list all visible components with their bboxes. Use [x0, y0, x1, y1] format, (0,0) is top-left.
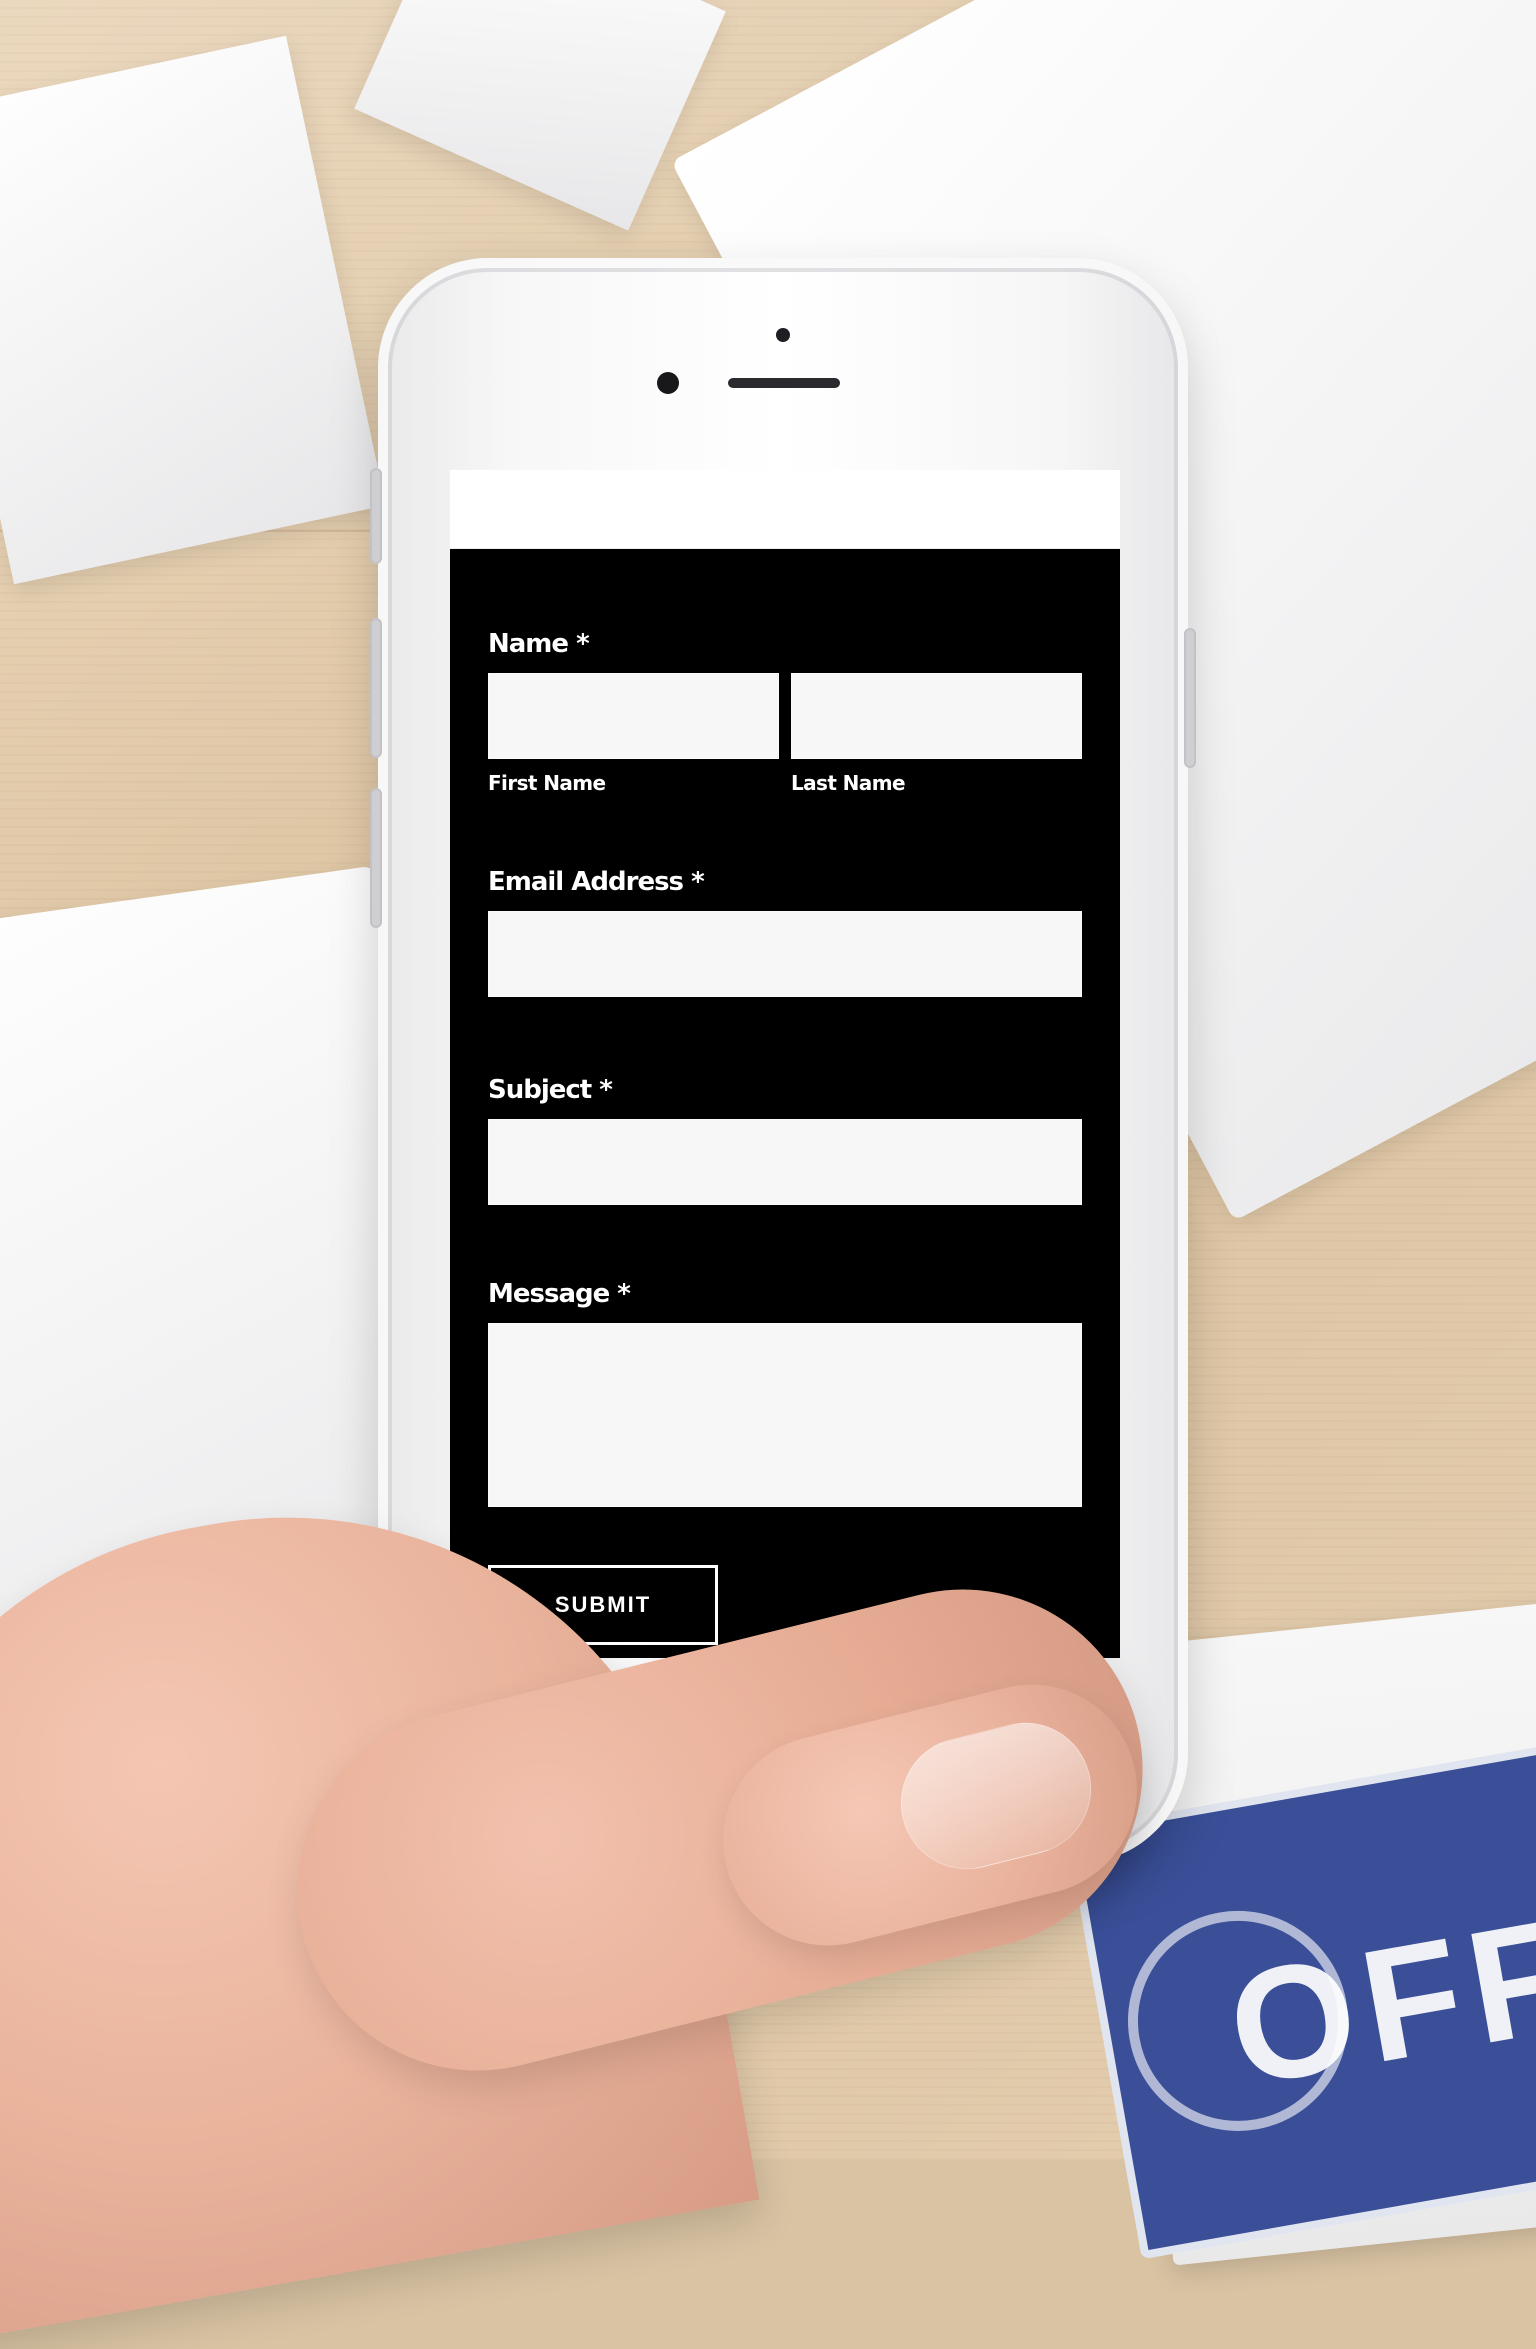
name-row: First Name Last Name: [488, 673, 1082, 795]
first-name-column: First Name: [488, 673, 779, 795]
side-button: [1184, 628, 1196, 768]
email-input[interactable]: [488, 911, 1082, 997]
paper-sheet: [354, 0, 726, 231]
contact-form: Name * First Name Last Name Email Addres…: [450, 549, 1120, 1645]
speaker-grille: [728, 378, 840, 388]
email-label: Email Address *: [488, 867, 705, 897]
side-button: [370, 788, 382, 928]
paper-sheet: [0, 35, 386, 585]
first-name-sublabel: First Name: [488, 771, 606, 795]
subject-label: Subject *: [488, 1075, 613, 1105]
name-label: Name *: [488, 629, 590, 659]
side-button: [370, 468, 382, 564]
last-name-sublabel: Last Name: [791, 771, 906, 795]
message-label: Message *: [488, 1279, 631, 1309]
subject-input[interactable]: [488, 1119, 1082, 1205]
last-name-input[interactable]: [791, 673, 1082, 759]
side-button: [370, 618, 382, 758]
screen-top-bar: [450, 470, 1120, 549]
phone-screen: Name * First Name Last Name Email Addres…: [450, 470, 1120, 1658]
front-camera-icon: [657, 372, 679, 394]
message-textarea[interactable]: [488, 1323, 1082, 1507]
first-name-input[interactable]: [488, 673, 779, 759]
sensor-dot: [776, 328, 790, 342]
last-name-column: Last Name: [791, 673, 1082, 795]
